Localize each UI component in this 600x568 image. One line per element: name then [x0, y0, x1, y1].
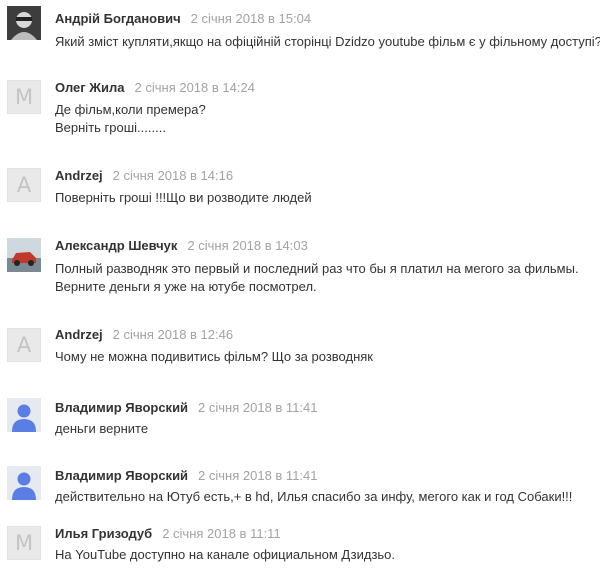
comment-item: Владимир Яворский 2 січня 2018 в 11:41 де…: [0, 460, 600, 522]
comment-date[interactable]: 2 січня 2018 в 15:04: [191, 11, 311, 26]
comment-date[interactable]: 2 січня 2018 в 14:24: [135, 80, 255, 95]
comment-text-line: деньги верните: [55, 421, 149, 436]
comment-item: A Andrzej 2 січня 2018 в 14:16 Поверніть …: [0, 160, 600, 222]
comment-text-line: На YouTube доступно на канале официально…: [55, 547, 396, 562]
comment-text: деньги верните: [55, 420, 148, 438]
comment-item: Андрій Богданович 2 січня 2018 в 15:04 Як…: [0, 0, 600, 62]
comment-text-line: Де фільм,коли премера?: [55, 102, 206, 117]
comment-item: Александр Шевчук 2 січня 2018 в 14:03 Пол…: [0, 230, 600, 310]
comment-text-line: Полный разводняк это первый и последний …: [55, 261, 579, 276]
comment-text: На YouTube доступно на канале официально…: [55, 546, 395, 564]
avatar[interactable]: A: [7, 168, 41, 202]
comment-author[interactable]: Владимир Яворский: [55, 468, 188, 483]
avatar[interactable]: M: [7, 80, 41, 114]
avatar-letter: A: [16, 172, 32, 197]
avatar-letter: M: [14, 84, 34, 109]
comment-author[interactable]: Andrzej: [55, 168, 103, 183]
comment-text-line: Поверніть гроші !!!Що ви розводите людей: [55, 190, 312, 205]
comment-text: Полный разводняк это первый и последний …: [55, 260, 579, 296]
comment-text-line: Який зміст купляти,якщо на офіційній сто…: [55, 34, 600, 49]
comment-text: Поверніть гроші !!!Що ви розводите людей: [55, 189, 312, 207]
comment-date[interactable]: 2 січня 2018 в 12:46: [113, 327, 233, 342]
comment-text: действительно на Ютуб есть,+ в hd, Илья …: [55, 488, 572, 506]
comment-date[interactable]: 2 січня 2018 в 11:11: [162, 526, 281, 541]
comment-text-line: Верніть гроші........: [55, 120, 166, 135]
comment-text: Чому не можна подивитись фільм? Що за ро…: [55, 348, 373, 366]
comment-item: A Andrzej 2 січня 2018 в 12:46 Чому не мо…: [0, 318, 600, 380]
comment-author[interactable]: Andrzej: [55, 327, 103, 342]
avatar-letter: A: [16, 332, 32, 357]
comment-date[interactable]: 2 січня 2018 в 14:16: [113, 168, 233, 183]
comment-author[interactable]: Илья Гризодуб: [55, 526, 152, 541]
comment-date[interactable]: 2 січня 2018 в 11:41: [198, 400, 317, 415]
comment-item: Владимир Яворский 2 січня 2018 в 11:41 де…: [0, 392, 600, 454]
comment-date[interactable]: 2 січня 2018 в 11:41: [198, 468, 317, 483]
avatar[interactable]: M: [7, 526, 41, 560]
comment-item: M Илья Гризодуб 2 січня 2018 в 11:11 На Y…: [0, 520, 600, 568]
comment-date[interactable]: 2 січня 2018 в 14:03: [187, 238, 307, 253]
comment-author[interactable]: Олег Жила: [55, 80, 125, 95]
user-photo-icon[interactable]: [7, 6, 41, 40]
comment-text-line: Верните деньги я уже на ютубе посмотрел.: [55, 279, 317, 294]
comment-item: M Олег Жила 2 січня 2018 в 14:24 Де фільм…: [0, 72, 600, 152]
comment-text: Який зміст купляти,якщо на офіційній сто…: [55, 33, 600, 51]
default-user-icon[interactable]: [7, 466, 41, 500]
comment-author[interactable]: Андрій Богданович: [55, 11, 181, 26]
default-user-icon[interactable]: [7, 398, 41, 432]
avatar-letter: M: [14, 530, 34, 555]
comment-text: Де фільм,коли премера? Верніть гроші....…: [55, 101, 206, 137]
car-photo-icon[interactable]: [7, 238, 41, 272]
comment-text-line: действительно на Ютуб есть,+ в hd, Илья …: [55, 489, 573, 504]
comment-text-line: Чому не можна подивитись фільм? Що за ро…: [55, 349, 373, 364]
comment-author[interactable]: Владимир Яворский: [55, 400, 188, 415]
avatar[interactable]: A: [7, 328, 41, 362]
comment-author[interactable]: Александр Шевчук: [55, 238, 177, 253]
